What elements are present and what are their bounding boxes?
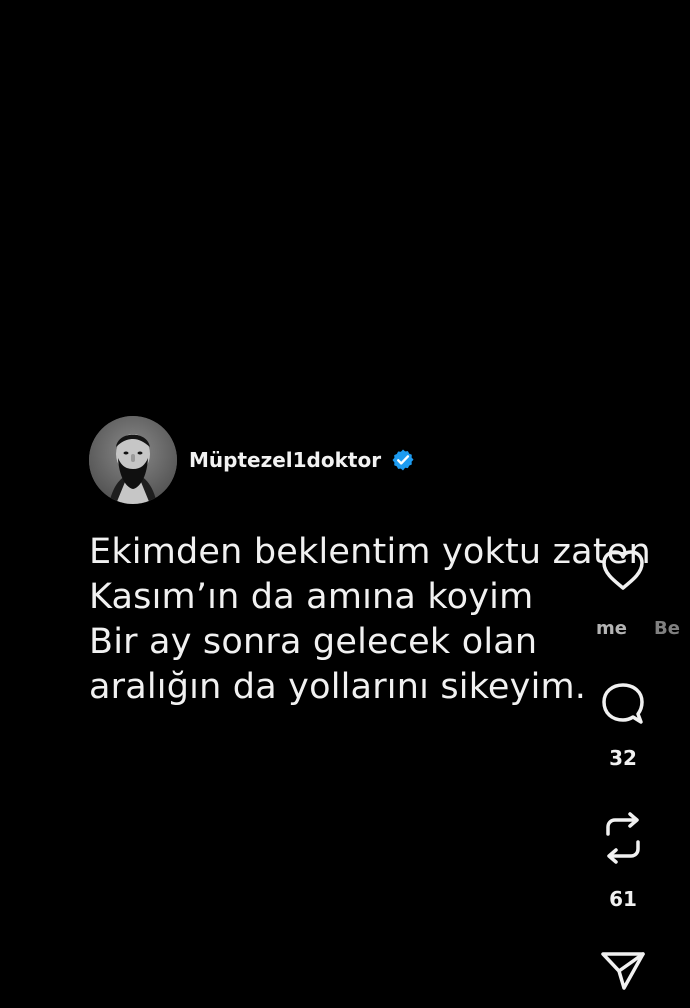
author-name[interactable]: Müptezel1doktor <box>189 450 381 470</box>
post-text: Ekimden beklentim yoktu zaten Kasım’ın d… <box>89 530 651 710</box>
author-avatar[interactable] <box>89 416 177 504</box>
comment-icon <box>602 683 644 724</box>
send-icon <box>601 952 645 990</box>
heart-icon <box>602 550 644 590</box>
repost-button[interactable] <box>580 811 666 865</box>
repost-icon <box>606 812 640 864</box>
repost-count: 61 <box>609 887 637 911</box>
post-author[interactable]: Müptezel1doktor <box>89 416 415 504</box>
post-text-line: aralığın da yollarını sikeyim. <box>89 667 587 707</box>
post-screen: Müptezel1doktor Ekimden beklentim yoktu … <box>0 0 690 1008</box>
post-text-line: Ekimden beklentim yoktu zaten <box>89 532 651 572</box>
post-text-line: Bir ay sonra gelecek olan <box>89 622 538 662</box>
share-button[interactable] <box>580 950 666 992</box>
post-text-line: Kasım’ın da amına koyim <box>89 577 534 617</box>
like-button[interactable] <box>580 548 666 592</box>
bearded-man-avatar <box>89 416 177 504</box>
comment-count: 32 <box>609 746 637 770</box>
verified-badge-icon <box>392 449 414 471</box>
comment-button[interactable] <box>580 682 666 730</box>
post-actions: 32 61 <box>580 0 690 1008</box>
